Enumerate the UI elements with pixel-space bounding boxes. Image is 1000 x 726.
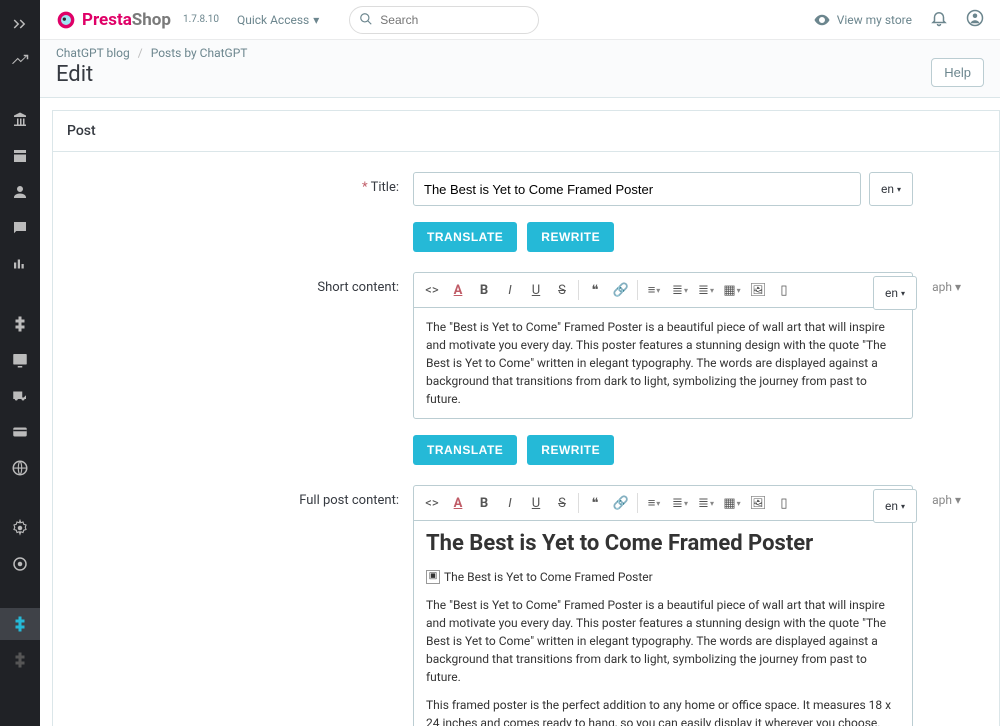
logo[interactable]: PrestaShop — [56, 10, 171, 30]
lang-selector[interactable]: en▾ — [873, 276, 917, 310]
image-icon[interactable]: 🖼 — [746, 490, 770, 516]
topbar: PrestaShop 1.7.8.10 Quick Access ▾ View … — [40, 0, 1000, 40]
panel-heading: Post — [53, 111, 999, 152]
sidebar-support-icon[interactable] — [0, 212, 40, 244]
source-code-icon[interactable]: <> — [420, 277, 444, 303]
link-icon[interactable]: 🔗 — [609, 277, 633, 303]
search-icon — [359, 12, 373, 30]
sidebar-shipping-icon[interactable] — [0, 380, 40, 412]
paragraph-dropdown-partial[interactable]: aph ▾ — [932, 493, 961, 507]
bullet-list-icon[interactable]: ≣▾ — [668, 490, 692, 516]
sidebar-dashboard-icon[interactable] — [0, 44, 40, 76]
search-input[interactable] — [349, 6, 539, 34]
breadcrumb-separator: / — [138, 46, 143, 60]
bold-icon[interactable]: B — [472, 490, 496, 516]
main-sidebar — [0, 0, 40, 726]
translate-button[interactable]: Translate — [413, 222, 517, 252]
short-content-editor[interactable]: The "Best is Yet to Come" Framed Poster … — [413, 307, 913, 419]
editor-toolbar: <> A B I U S ❝ 🔗 ≡▾ ≣ — [413, 485, 913, 520]
lang-selector[interactable]: en▾ — [869, 172, 913, 206]
post-paragraph: This framed poster is the perfect additi… — [426, 696, 900, 726]
breadcrumb-item[interactable]: Posts by ChatGPT — [151, 46, 248, 60]
sidebar-other-icon[interactable] — [0, 644, 40, 676]
view-store-link[interactable]: View my store — [813, 11, 912, 29]
sidebar-stats-icon[interactable] — [0, 248, 40, 280]
table-icon[interactable]: ▦▾ — [720, 490, 744, 516]
sidebar-shop-params-icon[interactable] — [0, 512, 40, 544]
logo-text-shop: Shop — [132, 10, 171, 30]
underline-icon[interactable]: U — [524, 277, 548, 303]
sidebar-customers-icon[interactable] — [0, 176, 40, 208]
image-icon[interactable]: 🖼 — [746, 277, 770, 303]
page-title: Edit — [56, 62, 984, 87]
numbered-list-icon[interactable]: ≣▾ — [694, 490, 718, 516]
strikethrough-icon[interactable]: S — [550, 490, 574, 516]
blockquote-icon[interactable]: ❝ — [583, 490, 607, 516]
bold-icon[interactable]: B — [472, 277, 496, 303]
align-icon[interactable]: ≡▾ — [642, 490, 666, 516]
post-heading: The Best is Yet to Come Framed Poster — [426, 531, 900, 557]
quick-access-dropdown[interactable]: Quick Access ▾ — [237, 13, 319, 27]
paragraph-dropdown-partial[interactable]: aph ▾ — [932, 280, 961, 294]
sidebar-design-icon[interactable] — [0, 344, 40, 376]
view-store-label: View my store — [837, 13, 912, 27]
broken-image-placeholder: ▣ The Best is Yet to Come Framed Poster — [426, 568, 653, 586]
page-header: ChatGPT blog / Posts by ChatGPT Edit Hel… — [40, 40, 1000, 98]
sidebar-catalog-icon[interactable] — [0, 140, 40, 172]
link-icon[interactable]: 🔗 — [609, 490, 633, 516]
media-icon[interactable]: ▯ — [772, 277, 796, 303]
content-area: Post * Title: en▾ Translate Rewrite — [40, 98, 1000, 726]
media-icon[interactable]: ▯ — [772, 490, 796, 516]
text-color-icon[interactable]: A — [446, 277, 470, 303]
breadcrumb: ChatGPT blog / Posts by ChatGPT — [56, 46, 984, 60]
rewrite-button[interactable]: Rewrite — [527, 222, 614, 252]
translate-button[interactable]: Translate — [413, 435, 517, 465]
quick-access-label: Quick Access — [237, 13, 309, 27]
post-panel: Post * Title: en▾ Translate Rewrite — [52, 110, 1000, 726]
editor-toolbar: <> A B I U S ❝ 🔗 ≡▾ ≣ — [413, 272, 913, 307]
table-icon[interactable]: ▦▾ — [720, 277, 744, 303]
prestashop-logo-icon — [56, 10, 76, 30]
image-alt-text: The Best is Yet to Come Framed Poster — [444, 568, 653, 586]
version-text: 1.7.8.10 — [183, 14, 219, 25]
profile-icon[interactable] — [966, 9, 984, 31]
sidebar-advanced-icon[interactable] — [0, 548, 40, 580]
logo-text-presta: Presta — [82, 10, 132, 30]
numbered-list-icon[interactable]: ≣▾ — [694, 277, 718, 303]
sidebar-payment-icon[interactable] — [0, 416, 40, 448]
bullet-list-icon[interactable]: ≣▾ — [668, 277, 692, 303]
full-content-label: Full post content: — [53, 485, 413, 508]
rewrite-button[interactable]: Rewrite — [527, 435, 614, 465]
search-wrap — [349, 6, 539, 34]
source-code-icon[interactable]: <> — [420, 490, 444, 516]
broken-image-icon: ▣ — [426, 570, 440, 584]
italic-icon[interactable]: I — [498, 490, 522, 516]
title-input[interactable] — [413, 172, 861, 206]
sidebar-blog-icon[interactable] — [0, 608, 40, 640]
sidebar-expand-icon[interactable] — [0, 8, 40, 40]
sidebar-modules-icon[interactable] — [0, 308, 40, 340]
breadcrumb-item[interactable]: ChatGPT blog — [56, 46, 130, 60]
italic-icon[interactable]: I — [498, 277, 522, 303]
notifications-icon[interactable] — [930, 9, 948, 31]
strikethrough-icon[interactable]: S — [550, 277, 574, 303]
title-label: * Title: — [53, 172, 413, 195]
align-icon[interactable]: ≡▾ — [642, 277, 666, 303]
caret-down-icon: ▾ — [313, 13, 319, 27]
text-color-icon[interactable]: A — [446, 490, 470, 516]
sidebar-orders-icon[interactable] — [0, 104, 40, 136]
full-content-editor[interactable]: The Best is Yet to Come Framed Poster ▣ … — [413, 520, 913, 726]
eye-icon — [813, 11, 831, 29]
blockquote-icon[interactable]: ❝ — [583, 277, 607, 303]
sidebar-international-icon[interactable] — [0, 452, 40, 484]
underline-icon[interactable]: U — [524, 490, 548, 516]
post-paragraph: The "Best is Yet to Come" Framed Poster … — [426, 596, 900, 686]
short-content-label: Short content: — [53, 272, 413, 295]
help-button[interactable]: Help — [931, 58, 984, 87]
lang-selector[interactable]: en▾ — [873, 489, 917, 523]
